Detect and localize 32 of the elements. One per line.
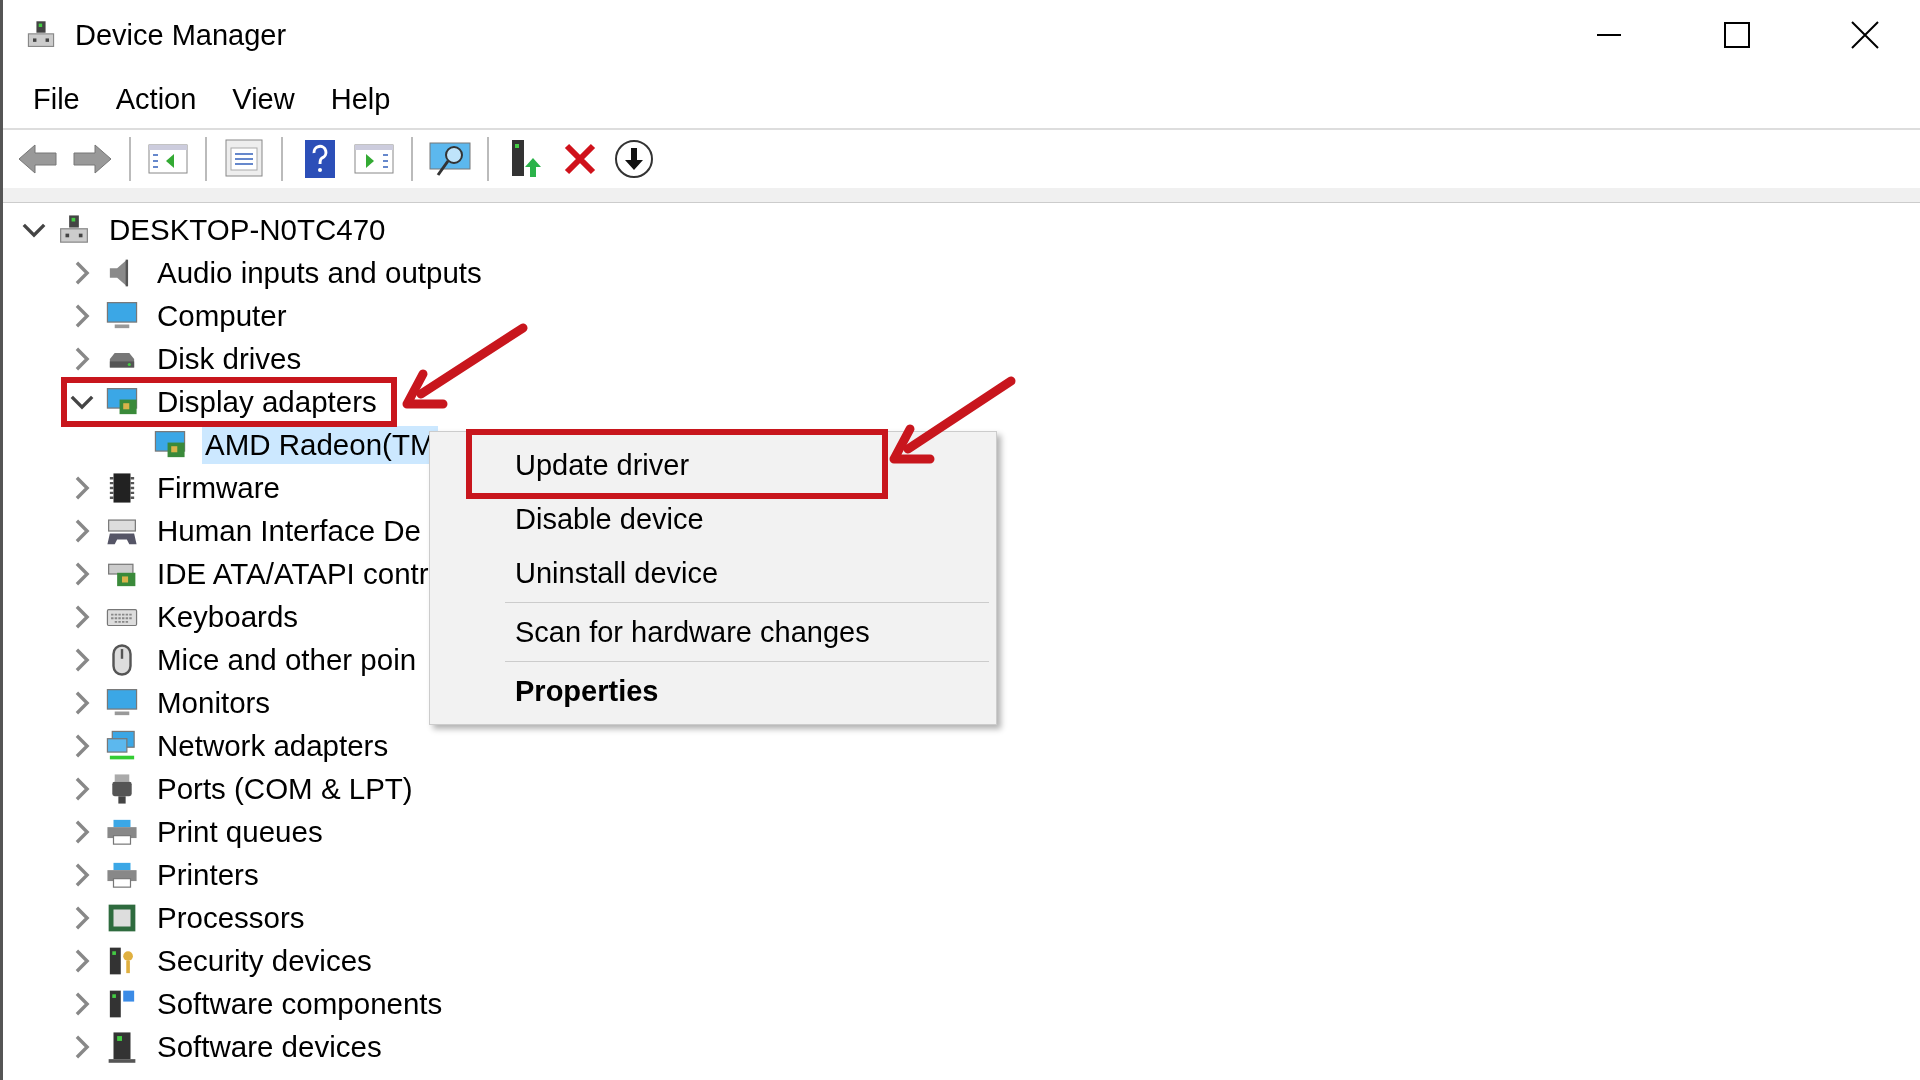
tree-item[interactable]: Keyboards [154, 597, 302, 636]
menu-item[interactable]: View [214, 78, 313, 120]
tree-item[interactable]: DESKTOP-N0TC470 [106, 210, 389, 249]
tree-item[interactable]: Print queues [154, 812, 326, 851]
tree-item[interactable]: Audio inputs and outputs [154, 253, 485, 292]
close-icon[interactable] [1851, 21, 1879, 49]
tree-item[interactable]: Human Interface De [154, 511, 424, 550]
tree-item[interactable]: Ports (COM & LPT) [154, 769, 416, 808]
tree-item[interactable]: Printers [154, 855, 262, 894]
tree-item[interactable]: Disk drives [154, 339, 305, 378]
tree-item[interactable]: Software components [154, 984, 446, 1023]
menu-item[interactable]: File [15, 78, 98, 120]
context-menu-item[interactable]: Disable device [433, 492, 993, 546]
context-menu-item[interactable]: Properties [433, 664, 993, 718]
minimize-icon[interactable] [1596, 34, 1622, 36]
menu-item[interactable]: Action [97, 78, 215, 120]
tree-item[interactable]: IDE ATA/ATAPI contr [154, 554, 432, 593]
window-title: Device Manager [75, 18, 287, 52]
tree-item[interactable]: Display adapters [154, 382, 380, 421]
tree-item[interactable]: Computer [154, 296, 290, 335]
tree-item[interactable]: Processors [154, 898, 308, 937]
context-menu-item[interactable]: Scan for hardware changes [433, 605, 993, 659]
tree-item[interactable]: Monitors [154, 683, 274, 722]
tree-item[interactable]: Firmware [154, 468, 283, 507]
maximize-icon[interactable] [1724, 22, 1750, 48]
tree-item[interactable]: AMD Radeon(TM [202, 425, 438, 464]
tree-item[interactable]: Security devices [154, 941, 375, 980]
tree-item[interactable]: Network adapters [154, 726, 392, 765]
menu-item[interactable]: Help [312, 78, 409, 120]
context-menu-item[interactable]: Uninstall device [433, 546, 993, 600]
tree-item[interactable]: Mice and other poin [154, 640, 420, 679]
tree-item[interactable]: Software devices [154, 1027, 385, 1066]
